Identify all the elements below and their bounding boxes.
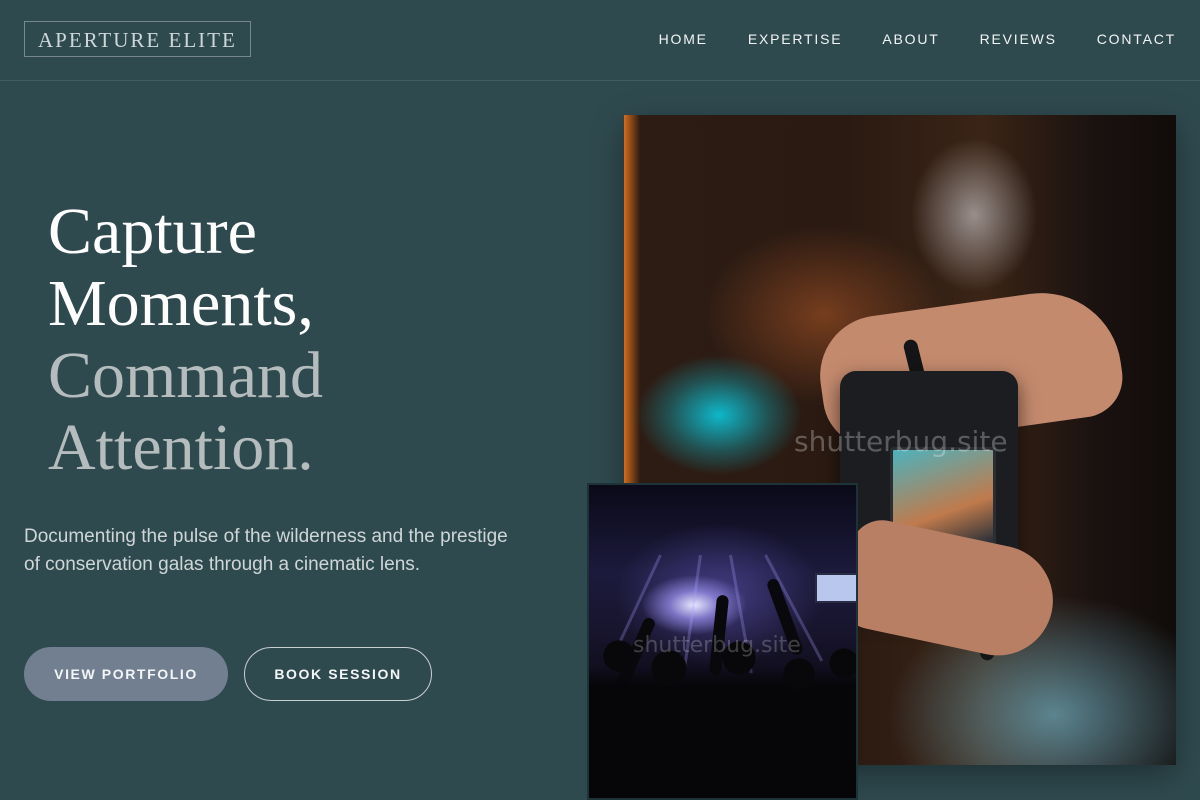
nav-contact[interactable]: CONTACT [1097, 30, 1176, 48]
nav-home[interactable]: HOME [659, 30, 708, 48]
photo-watermark: shutterbug.site [633, 633, 801, 658]
headline-line-attention: Attention. [48, 411, 314, 484]
nav-expertise[interactable]: EXPERTISE [748, 30, 843, 48]
hero-subtitle: Documenting the pulse of the wilderness … [24, 526, 508, 575]
site-header: APERTURE ELITE HOME EXPERTISE ABOUT REVI… [0, 0, 1200, 81]
logo[interactable]: APERTURE ELITE [24, 21, 251, 57]
headline-line-moments: Moments, [48, 267, 314, 340]
hero-photo-concert: shutterbug.site [587, 483, 858, 800]
headline-line-command: Command [48, 339, 323, 412]
stage-screen [815, 573, 856, 603]
nav-about[interactable]: ABOUT [882, 30, 939, 48]
headline-line-capture: Capture [48, 195, 257, 268]
view-portfolio-button[interactable]: VIEW PORTFOLIO [24, 647, 228, 701]
nav-reviews[interactable]: REVIEWS [980, 30, 1057, 48]
book-session-button[interactable]: BOOK SESSION [244, 647, 432, 701]
main-nav: HOME EXPERTISE ABOUT REVIEWS CONTACT [659, 30, 1176, 48]
photo-watermark: shutterbug.site [794, 425, 1008, 458]
photo-hand-lower [834, 514, 1064, 666]
hero-headline: Capture Moments, Command Attention. [48, 196, 323, 484]
